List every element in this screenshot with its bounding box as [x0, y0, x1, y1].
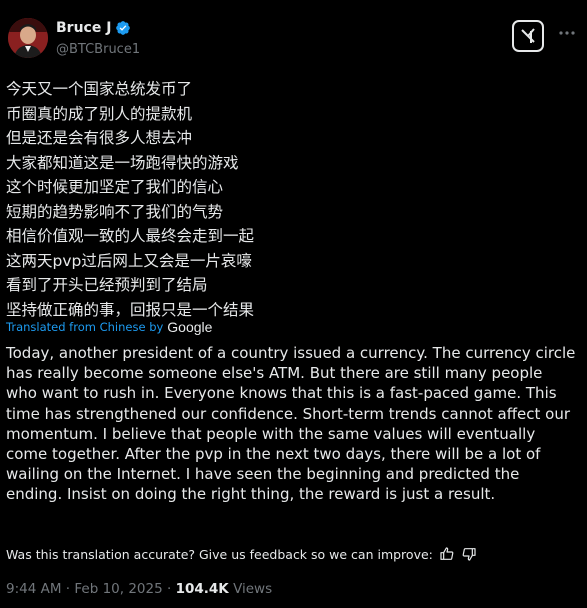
tweet-line: 这两天pvp过后网上又会是一片哀嚎	[6, 251, 252, 270]
google-logo: Google	[167, 319, 213, 335]
translated-label[interactable]: Translated from Chinese by	[6, 320, 163, 334]
tweet-line: 看到了开头已经预判到了结局	[6, 276, 208, 294]
verified-badge-icon	[116, 21, 131, 35]
tweet-line: 大家都知道这是一场跑得快的游戏	[6, 153, 239, 172]
translation-attribution[interactable]: Translated from Chinese by Google	[6, 319, 212, 335]
tweet-line: 短期的趋势影响不了我们的气势	[6, 202, 224, 221]
author-name[interactable]: Bruce J	[56, 20, 111, 36]
tweet-original-text: 今天又一个国家总统发币了 币圈真的成了别人的提款机 但是还是会有很多人想去冲 大…	[6, 77, 254, 322]
author-handle[interactable]: @BTCBruce1	[56, 42, 140, 57]
views-label: Views	[233, 581, 273, 597]
tweet-translation: Today, another president of a country is…	[6, 344, 576, 504]
avatar[interactable]	[8, 18, 48, 58]
grok-icon[interactable]	[512, 20, 544, 52]
translation-feedback: Was this translation accurate? Give us f…	[6, 546, 477, 562]
tweet-line: 相信价值观一致的人最终会走到一起	[6, 227, 255, 245]
tweet-line: 币圈真的成了别人的提款机	[6, 104, 193, 123]
thumbs-up-icon[interactable]	[439, 546, 455, 562]
tweet-time[interactable]: 9:44 AM	[6, 581, 62, 597]
more-icon[interactable]	[558, 24, 576, 42]
meta-separator: ·	[65, 581, 71, 597]
tweet-line: 这个时候更加坚定了我们的信心	[6, 178, 224, 196]
tweet-date[interactable]: Feb 10, 2025	[74, 581, 162, 597]
meta-separator: ·	[167, 581, 172, 597]
tweet-meta: 9:44 AM · Feb 10, 2025 · 104.4K Views	[6, 581, 272, 597]
tweet-line: 但是还是会有很多人想去冲	[6, 129, 193, 147]
tweet-line: 今天又一个国家总统发币了	[6, 80, 193, 98]
views-count: 104.4K	[175, 581, 229, 597]
feedback-prompt: Was this translation accurate? Give us f…	[6, 546, 433, 562]
thumbs-down-icon[interactable]	[461, 546, 477, 562]
